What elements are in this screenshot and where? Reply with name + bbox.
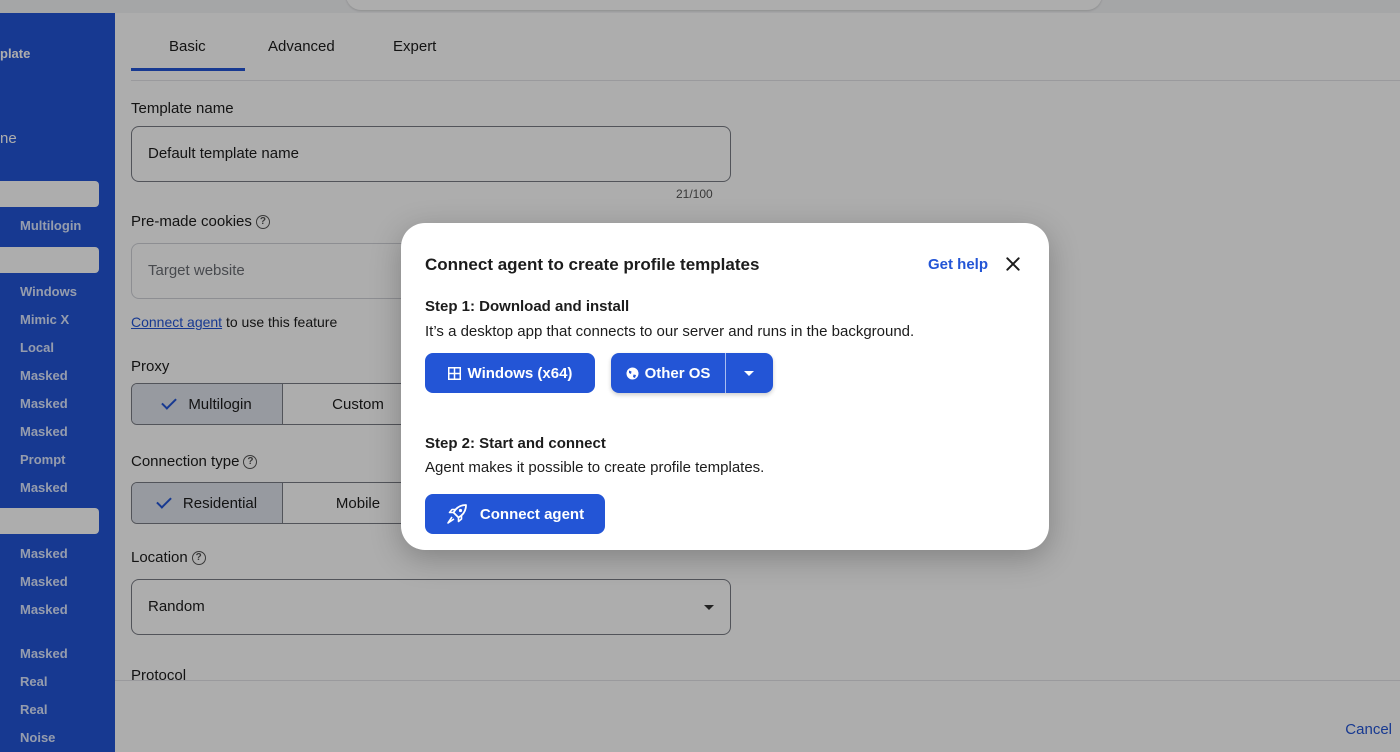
connect-agent-button-label: Connect agent (479, 505, 585, 523)
windows-icon (447, 366, 461, 380)
connect-agent-modal: Connect agent to create profile template… (401, 223, 1049, 550)
step2-description: Agent makes it possible to create profil… (425, 459, 765, 476)
step1-title: Step 1: Download and install (425, 298, 630, 315)
close-icon[interactable] (1003, 254, 1023, 274)
get-help-link[interactable]: Get help (928, 256, 988, 273)
windows-button-label: Windows (x64) (467, 364, 573, 382)
step1-description: It’s a desktop app that connects to our … (425, 323, 915, 340)
other-os-split-button: Other OS (611, 353, 773, 393)
globe-icon (626, 367, 639, 379)
download-windows-button[interactable]: Windows (x64) (425, 353, 595, 393)
download-other-os-button[interactable]: Other OS (611, 353, 725, 393)
other-os-button-label: Other OS (644, 364, 711, 382)
connect-agent-button[interactable]: Connect agent (425, 494, 605, 534)
rocket-icon (447, 504, 467, 524)
chevron-down-icon[interactable] (726, 353, 773, 393)
step2-title: Step 2: Start and connect (425, 435, 606, 452)
modal-title: Connect agent to create profile template… (425, 255, 760, 274)
